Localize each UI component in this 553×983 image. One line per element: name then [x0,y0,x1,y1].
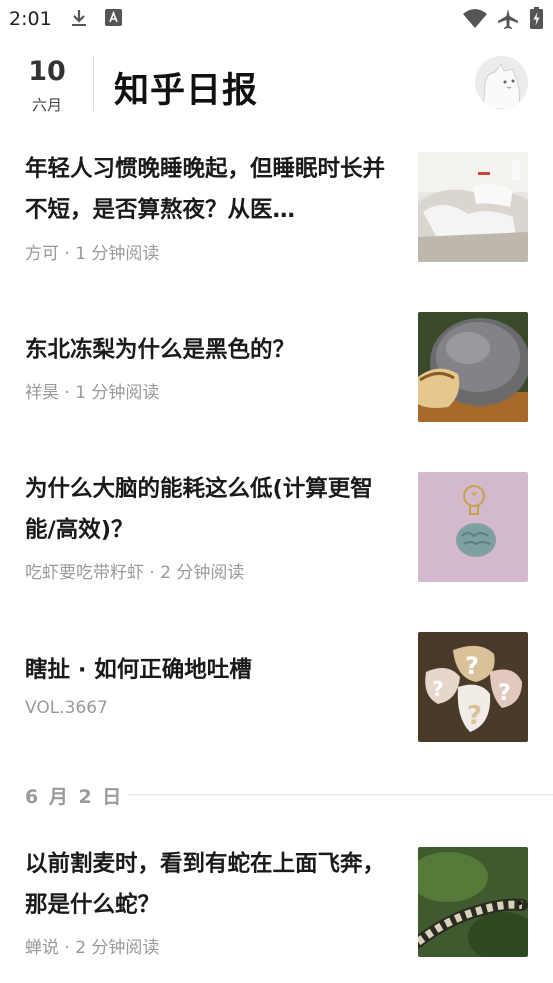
header-day: 10 [28,56,66,87]
svg-text:?: ? [498,681,511,706]
story-meta: 吃虾要吃带籽虾 · 2 分钟阅读 [25,563,245,583]
wifi-icon [463,9,487,28]
svg-text:?: ? [432,677,444,701]
story-item[interactable]: 以前割麦时，看到有蛇在上面飞奔，那是什么蛇？ 蝉说 · 2 分钟阅读 [0,840,553,970]
accessibility-icon [105,9,122,26]
story-meta: 蝉说 · 2 分钟阅读 [25,938,160,958]
story-thumbnail [418,847,528,957]
story-meta: VOL.3667 [25,698,108,718]
download-icon [72,10,86,26]
status-bar: 2:01 [0,0,553,38]
story-title: 瞎扯 · 如何正确地吐槽 [25,657,252,683]
story-thumbnail: ? ? ? ? [418,632,528,742]
story-item[interactable]: 年轻人习惯晚睡晚起，但睡眠时长并不短，是否算熬夜？从医… 方可 · 1 分钟阅读 [0,145,553,275]
header-divider [93,56,94,111]
svg-text:?: ? [467,701,482,731]
story-title: 年轻人习惯晚睡晚起，但睡眠时长并不短，是否算熬夜？从医… [25,156,386,223]
story-item[interactable]: 瞎扯 · 如何正确地吐槽 VOL.3667 ? ? ? ? [0,625,553,755]
frozen-pear-photo [418,312,528,422]
brain-lightbulb-photo [418,472,528,582]
svg-text:?: ? [465,652,479,680]
story-item[interactable]: 东北冻梨为什么是黑色的？ 祥昊 · 1 分钟阅读 [0,305,553,435]
story-title: 东北冻梨为什么是黑色的？ [25,337,296,363]
status-time: 2:01 [9,8,52,30]
snake-photo [418,847,528,957]
question-marks-photo: ? ? ? ? [418,632,528,742]
story-meta: 祥昊 · 1 分钟阅读 [25,383,160,403]
page-title: 知乎日报 [114,71,259,111]
story-thumbnail [418,152,528,262]
messy-bed-photo [418,152,528,262]
story-thumbnail [418,472,528,582]
cat-avatar-icon [475,56,528,109]
story-meta: 方可 · 1 分钟阅读 [25,244,160,264]
avatar-button[interactable] [475,56,528,109]
story-title: 以前割麦时，看到有蛇在上面飞奔，那是什么蛇？ [25,851,386,918]
section-divider [128,794,553,795]
story-title: 为什么大脑的能耗这么低(计算更智能/高效)？ [25,476,373,543]
header-month: 六月 [31,96,62,114]
story-item[interactable]: 为什么大脑的能耗这么低(计算更智能/高效)？ 吃虾要吃带籽虾 · 2 分钟阅读 [0,465,553,595]
app-header: 10 六月 知乎日报 [0,50,553,120]
section-date: 6 月 2 日 [25,786,124,808]
story-thumbnail [418,312,528,422]
battery-charging-icon [530,7,543,29]
airplane-mode-icon [498,9,518,29]
